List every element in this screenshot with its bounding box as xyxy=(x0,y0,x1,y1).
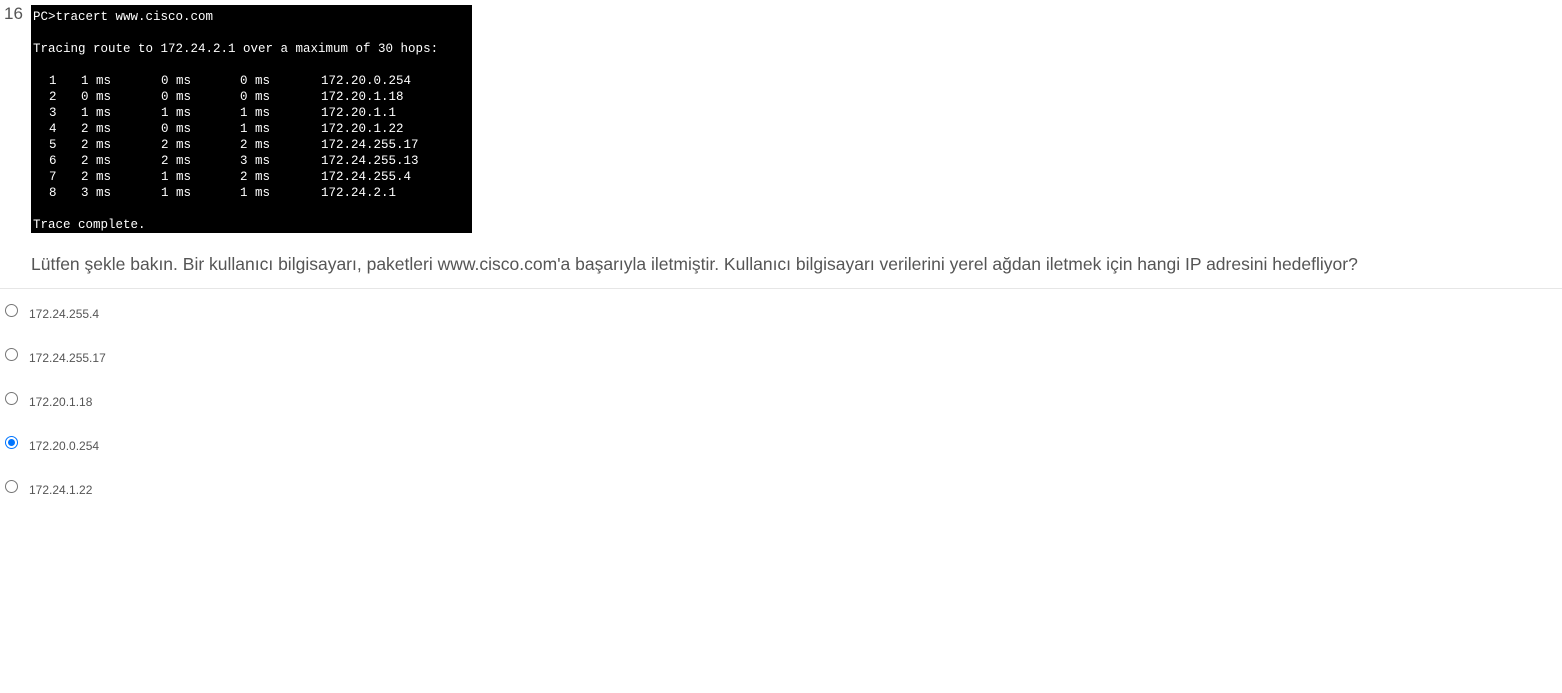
hop-row: 2 0 ms 0 ms 0 ms 172.20.1.18 xyxy=(33,89,472,105)
tracert-terminal-image: PC>tracert www.cisco.com Tracing route t… xyxy=(31,5,472,233)
radio-button[interactable] xyxy=(5,392,18,405)
answer-label[interactable]: 172.24.1.22 xyxy=(29,483,92,497)
hop-number: 3 xyxy=(49,106,57,120)
radio-button[interactable] xyxy=(5,436,18,449)
terminal-header: Tracing route to 172.24.2.1 over a maxim… xyxy=(33,42,439,56)
hop-time-3: 2 ms xyxy=(240,170,271,184)
terminal-footer: Trace complete. xyxy=(33,218,146,232)
hop-ip: 172.24.2.1 xyxy=(321,186,397,200)
hop-number: 5 xyxy=(49,138,57,152)
question-text: Lütfen şekle bakın. Bir kullanıcı bilgis… xyxy=(31,254,1358,274)
hop-ip: 172.24.255.13 xyxy=(321,154,419,168)
hop-time-3: 1 ms xyxy=(240,106,271,120)
hop-time-2: 1 ms xyxy=(161,186,192,200)
answer-option[interactable]: 172.20.0.254 xyxy=(0,434,400,478)
hop-time-1: 2 ms xyxy=(81,122,112,136)
hop-number: 8 xyxy=(49,186,57,200)
hop-row: 7 2 ms 1 ms 2 ms 172.24.255.4 xyxy=(33,169,472,185)
hop-time-2: 2 ms xyxy=(161,154,192,168)
answer-option[interactable]: 172.20.1.18 xyxy=(0,390,400,434)
hop-time-3: 1 ms xyxy=(240,122,271,136)
hop-time-3: 3 ms xyxy=(240,154,271,168)
hop-time-3: 1 ms xyxy=(240,186,271,200)
hop-time-2: 0 ms xyxy=(161,122,192,136)
hop-table: 1 1 ms 0 ms 0 ms 172.20.0.254 2 0 ms 0 m… xyxy=(33,73,472,201)
hop-time-1: 2 ms xyxy=(81,138,112,152)
hop-ip: 172.20.1.22 xyxy=(321,122,404,136)
hop-ip: 172.24.255.4 xyxy=(321,170,412,184)
hop-time-1: 0 ms xyxy=(81,90,112,104)
answer-option[interactable]: 172.24.255.17 xyxy=(0,346,400,390)
hop-number: 2 xyxy=(49,90,57,104)
hop-ip: 172.20.1.1 xyxy=(321,106,397,120)
answer-option[interactable]: 172.24.255.4 xyxy=(0,302,400,346)
radio-button[interactable] xyxy=(5,348,18,361)
answer-options: 172.24.255.4 172.24.255.17 172.20.1.18 1… xyxy=(0,302,400,522)
hop-row: 1 1 ms 0 ms 0 ms 172.20.0.254 xyxy=(33,73,472,89)
hop-row: 4 2 ms 0 ms 1 ms 172.20.1.22 xyxy=(33,121,472,137)
hop-row: 6 2 ms 2 ms 3 ms 172.24.255.13 xyxy=(33,153,472,169)
radio-button[interactable] xyxy=(5,480,18,493)
hop-row: 5 2 ms 2 ms 2 ms 172.24.255.17 xyxy=(33,137,472,153)
hop-time-3: 0 ms xyxy=(240,90,271,104)
hop-row: 3 1 ms 1 ms 1 ms 172.20.1.1 xyxy=(33,105,472,121)
hop-ip: 172.20.1.18 xyxy=(321,90,404,104)
hop-time-2: 2 ms xyxy=(161,138,192,152)
question-number: 16 xyxy=(4,4,23,23)
hop-time-2: 0 ms xyxy=(161,90,192,104)
hop-ip: 172.20.0.254 xyxy=(321,74,412,88)
hop-time-2: 1 ms xyxy=(161,106,192,120)
answer-option[interactable]: 172.24.1.22 xyxy=(0,478,400,522)
hop-ip: 172.24.255.17 xyxy=(321,138,419,152)
hop-time-1: 2 ms xyxy=(81,154,112,168)
terminal-command: PC>tracert www.cisco.com xyxy=(33,10,214,24)
hop-number: 4 xyxy=(49,122,57,136)
hop-time-1: 2 ms xyxy=(81,170,112,184)
answer-label[interactable]: 172.24.255.4 xyxy=(29,307,99,321)
answer-label[interactable]: 172.20.0.254 xyxy=(29,439,99,453)
answer-label[interactable]: 172.20.1.18 xyxy=(29,395,92,409)
divider xyxy=(0,288,1562,289)
hop-time-3: 0 ms xyxy=(240,74,271,88)
hop-time-3: 2 ms xyxy=(240,138,271,152)
answer-label[interactable]: 172.24.255.17 xyxy=(29,351,106,365)
hop-time-1: 1 ms xyxy=(81,106,112,120)
hop-number: 7 xyxy=(49,170,57,184)
hop-number: 1 xyxy=(49,74,57,88)
hop-row: 8 3 ms 1 ms 1 ms 172.24.2.1 xyxy=(33,185,472,201)
hop-number: 6 xyxy=(49,154,57,168)
radio-button[interactable] xyxy=(5,304,18,317)
hop-time-1: 3 ms xyxy=(81,186,112,200)
hop-time-1: 1 ms xyxy=(81,74,112,88)
hop-time-2: 1 ms xyxy=(161,170,192,184)
hop-time-2: 0 ms xyxy=(161,74,192,88)
